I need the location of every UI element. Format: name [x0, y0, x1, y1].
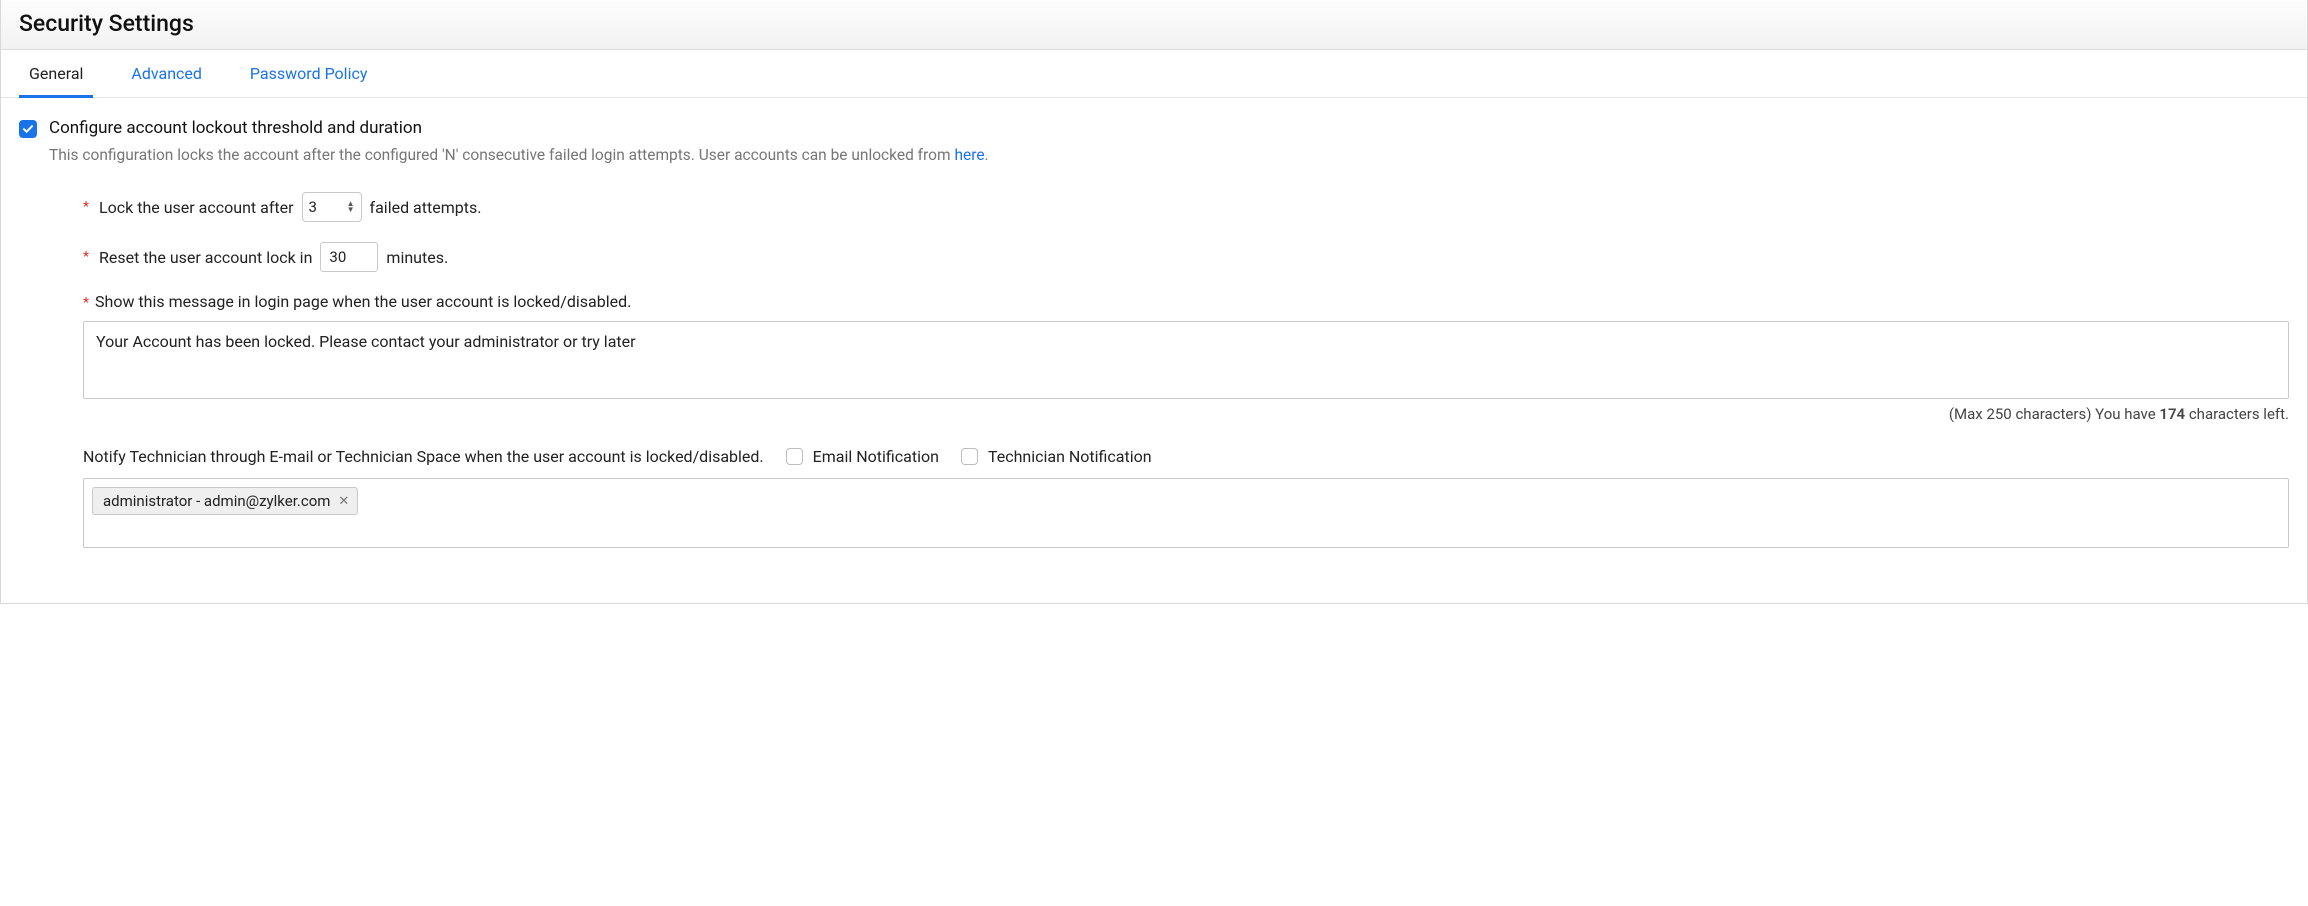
config-text-block: Configure account lockout threshold and … — [49, 118, 989, 164]
locked-message-textarea[interactable]: Your Account has been locked. Please con… — [83, 321, 2289, 399]
reset-minutes-value: 30 — [329, 248, 346, 266]
config-desc-post: . — [985, 146, 989, 164]
stepper-icon[interactable]: ▲ ▼ — [347, 201, 355, 213]
page-title: Security Settings — [19, 10, 2289, 37]
lock-attempts-row: * Lock the user account after 3 ▲ ▼ fail… — [83, 192, 2289, 222]
char-counter: (Max 250 characters) You have 174 charac… — [83, 405, 2289, 423]
char-counter-num: 174 — [2159, 405, 2185, 423]
locked-message-label: Show this message in login page when the… — [95, 292, 631, 311]
char-counter-pre: (Max 250 characters) You have — [1949, 405, 2160, 423]
recipient-tag: administrator - admin@zylker.com ✕ — [92, 487, 358, 515]
reset-label-post: minutes. — [386, 248, 448, 267]
configure-lockout-checkbox[interactable] — [19, 120, 37, 138]
reset-minutes-row: * Reset the user account lock in 30 minu… — [83, 242, 2289, 272]
notify-recipients-box[interactable]: administrator - admin@zylker.com ✕ — [83, 478, 2289, 548]
locked-message-value: Your Account has been locked. Please con… — [96, 332, 636, 351]
locked-message-row: * Show this message in login page when t… — [83, 292, 2289, 311]
lock-label-post: failed attempts. — [370, 198, 482, 217]
tab-advanced[interactable]: Advanced — [121, 50, 212, 98]
reset-label-pre: Reset the user account lock in — [99, 248, 312, 267]
notify-label: Notify Technician through E-mail or Tech… — [83, 447, 764, 466]
lock-attempts-input[interactable]: 3 ▲ ▼ — [302, 192, 362, 222]
config-lockout-row: Configure account lockout threshold and … — [19, 118, 2289, 164]
reset-minutes-input[interactable]: 30 — [320, 242, 378, 272]
lock-label-pre: Lock the user account after — [99, 198, 294, 217]
required-mark: * — [83, 249, 89, 265]
notify-row: Notify Technician through E-mail or Tech… — [83, 447, 2289, 466]
technician-notification-label: Technician Notification — [988, 447, 1152, 466]
email-notification-option[interactable]: Email Notification — [786, 447, 939, 466]
remove-tag-icon[interactable]: ✕ — [338, 494, 349, 509]
tab-bar: General Advanced Password Policy — [1, 50, 2307, 98]
config-title: Configure account lockout threshold and … — [49, 118, 989, 138]
char-counter-post: characters left. — [2185, 405, 2289, 423]
email-notification-checkbox[interactable] — [786, 448, 803, 465]
config-description: This configuration locks the account aft… — [49, 146, 989, 164]
check-icon — [22, 123, 34, 135]
security-settings-page: Security Settings General Advanced Passw… — [0, 0, 2308, 604]
lock-attempts-value: 3 — [309, 198, 317, 216]
required-mark: * — [83, 199, 89, 215]
content-area: Configure account lockout threshold and … — [1, 98, 2307, 578]
fields-block: * Lock the user account after 3 ▲ ▼ fail… — [83, 192, 2289, 548]
technician-notification-option[interactable]: Technician Notification — [961, 447, 1152, 466]
technician-notification-checkbox[interactable] — [961, 448, 978, 465]
chevron-down-icon: ▼ — [347, 207, 355, 213]
tab-general[interactable]: General — [19, 50, 93, 98]
unlock-here-link[interactable]: here — [954, 146, 984, 164]
required-mark: * — [83, 295, 89, 311]
tab-password-policy[interactable]: Password Policy — [240, 50, 377, 98]
page-header: Security Settings — [1, 0, 2307, 50]
config-desc-pre: This configuration locks the account aft… — [49, 146, 954, 164]
email-notification-label: Email Notification — [813, 447, 939, 466]
recipient-tag-label: administrator - admin@zylker.com — [103, 492, 330, 510]
